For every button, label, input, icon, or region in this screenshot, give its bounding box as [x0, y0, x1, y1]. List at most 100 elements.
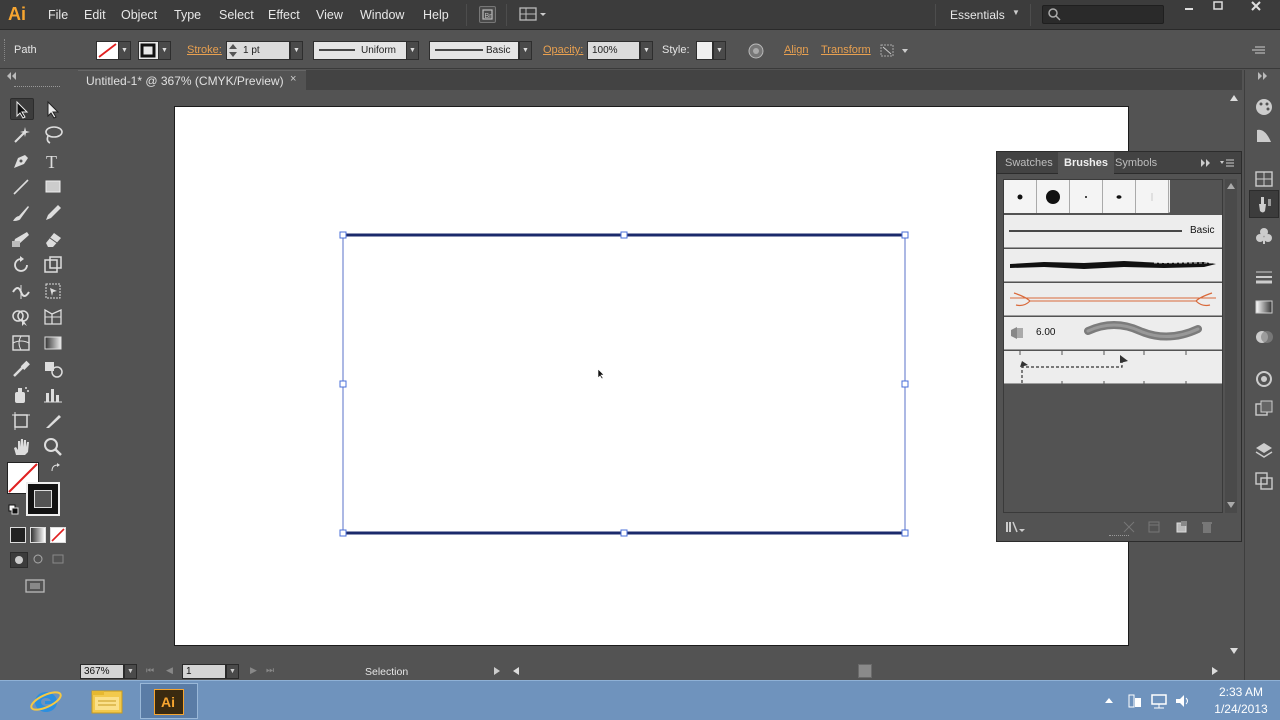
close-window-button[interactable]	[1241, 0, 1271, 20]
panel-scrollbar[interactable]	[1225, 179, 1237, 513]
rectangle-tool[interactable]	[42, 176, 66, 198]
artboard-dropdown[interactable]: ▼	[226, 664, 239, 679]
screen-mode-button[interactable]	[24, 578, 48, 596]
blend-tool[interactable]	[42, 358, 66, 380]
color-guide-icon[interactable]	[1253, 124, 1275, 146]
clock-date[interactable]: 1/24/2013	[1206, 702, 1276, 716]
scroll-down-icon[interactable]	[1229, 647, 1239, 655]
arrange-documents-button[interactable]	[518, 6, 548, 23]
chevron-down-icon[interactable]: ▼	[1012, 8, 1020, 17]
menu-effect[interactable]: Effect	[268, 8, 300, 22]
previous-artboard-icon[interactable]: ◀	[166, 665, 173, 676]
perspective-grid-tool[interactable]	[42, 306, 66, 328]
status-menu-icon[interactable]	[492, 666, 502, 676]
symbols-panel-icon[interactable]	[1253, 225, 1275, 247]
brush-bristle-row[interactable]: 6.00	[1004, 317, 1222, 350]
network-icon[interactable]	[1150, 692, 1170, 710]
gradient-mode-button[interactable]	[30, 527, 46, 543]
next-artboard-icon[interactable]: ▶	[250, 665, 257, 676]
collapse-panel-icon[interactable]	[6, 72, 18, 80]
selection-tool[interactable]	[10, 98, 34, 120]
zoom-field[interactable]: 367%	[80, 664, 124, 679]
close-tab-icon[interactable]: ×	[290, 73, 296, 85]
status-tool-label[interactable]: Selection	[365, 666, 408, 678]
collapse-to-icons-icon[interactable]	[1200, 159, 1212, 167]
menu-file[interactable]: File	[48, 8, 68, 22]
brush-tip[interactable]	[1037, 180, 1070, 213]
scroll-up-icon[interactable]	[1226, 182, 1236, 190]
opacity-field[interactable]: 100%	[587, 41, 640, 60]
document-tab[interactable]: Untitled-1* @ 367% (CMYK/Preview) ×	[78, 70, 306, 90]
scroll-up-icon[interactable]	[1229, 94, 1239, 102]
swatches-panel-icon[interactable]	[1253, 168, 1275, 190]
draw-behind-button[interactable]	[30, 552, 48, 568]
brush-tip[interactable]	[1070, 180, 1103, 213]
line-segment-tool[interactable]	[10, 176, 34, 198]
menu-window[interactable]: Window	[360, 8, 404, 22]
brush-dropdown[interactable]: ▼	[519, 41, 532, 60]
profile-dropdown[interactable]: ▼	[406, 41, 419, 60]
stroke-weight-field[interactable]: 1 pt	[226, 41, 290, 60]
artboard-number-field[interactable]: 1	[182, 664, 226, 679]
style-dropdown[interactable]: ▼	[713, 41, 726, 60]
scroll-right-icon[interactable]	[1210, 666, 1220, 676]
minimize-button[interactable]	[1174, 0, 1204, 20]
brush-tip[interactable]	[1103, 180, 1136, 213]
restore-button[interactable]	[1203, 0, 1233, 20]
brush-tip[interactable]	[1004, 180, 1037, 213]
opacity-dropdown[interactable]: ▼	[640, 41, 653, 60]
tab-swatches[interactable]: Swatches	[999, 152, 1059, 174]
remove-brush-stroke-icon[interactable]	[1122, 520, 1136, 534]
lasso-tool[interactable]	[42, 124, 66, 146]
opacity-panel-link[interactable]: Opacity:	[543, 44, 583, 56]
isolate-object-icon[interactable]	[880, 43, 910, 59]
volume-icon[interactable]	[1174, 692, 1192, 710]
color-mode-button[interactable]	[10, 527, 26, 543]
brush-library-list[interactable]: Basic 6.00	[1003, 179, 1223, 513]
gradient-panel-icon[interactable]	[1253, 296, 1275, 318]
symbol-sprayer-tool[interactable]	[10, 384, 34, 406]
eraser-tool[interactable]	[42, 228, 66, 250]
stroke-weight-dropdown[interactable]: ▼	[290, 41, 303, 60]
action-center-icon[interactable]	[1126, 692, 1144, 710]
scroll-left-icon[interactable]	[511, 666, 521, 676]
brushes-panel-button[interactable]	[1249, 190, 1279, 218]
new-brush-icon[interactable]	[1175, 520, 1189, 534]
panel-grip[interactable]	[14, 86, 60, 89]
brush-options-icon[interactable]	[1147, 520, 1161, 534]
gradient-tool[interactable]	[42, 332, 66, 354]
column-graph-tool[interactable]	[42, 384, 66, 406]
color-panel-icon[interactable]	[1253, 96, 1275, 118]
menu-edit[interactable]: Edit	[84, 8, 106, 22]
recolor-artwork-icon[interactable]	[747, 42, 765, 60]
file-explorer-button[interactable]	[78, 683, 136, 719]
blob-brush-tool[interactable]	[10, 228, 34, 250]
draw-normal-button[interactable]	[10, 552, 28, 568]
brush-definition[interactable]: Basic	[429, 41, 519, 60]
type-tool[interactable]: T	[42, 150, 66, 172]
magic-wand-tool[interactable]	[10, 124, 34, 146]
fill-color-swatch[interactable]	[96, 41, 119, 60]
panel-grip[interactable]	[4, 39, 7, 61]
direct-selection-tool[interactable]	[42, 99, 66, 121]
scroll-down-icon[interactable]	[1226, 501, 1236, 509]
menu-select[interactable]: Select	[219, 8, 254, 22]
panel-menu-icon[interactable]	[1219, 158, 1235, 168]
rotate-tool[interactable]	[10, 254, 34, 276]
brush-libraries-menu-icon[interactable]	[1005, 520, 1027, 534]
menu-help[interactable]: Help	[423, 8, 449, 22]
clock-time[interactable]: 2:33 AM	[1206, 685, 1276, 699]
last-artboard-icon[interactable]: ⏭	[266, 665, 274, 676]
transform-panel-link[interactable]: Transform	[821, 44, 871, 56]
panel-menu-icon[interactable]	[1251, 44, 1267, 56]
horizontal-scrollbar[interactable]	[508, 662, 1224, 680]
bounding-box-handles[interactable]	[339, 231, 909, 537]
panel-resize-grip[interactable]	[1109, 535, 1129, 538]
free-transform-tool[interactable]	[42, 280, 66, 302]
selected-rectangle-path[interactable]	[336, 228, 914, 542]
eyedropper-tool[interactable]	[10, 358, 34, 380]
expand-panels-icon[interactable]	[1257, 72, 1269, 80]
pen-tool[interactable]	[10, 150, 34, 172]
zoom-tool[interactable]	[42, 436, 66, 458]
stroke-panel-link[interactable]: Stroke:	[187, 44, 222, 56]
